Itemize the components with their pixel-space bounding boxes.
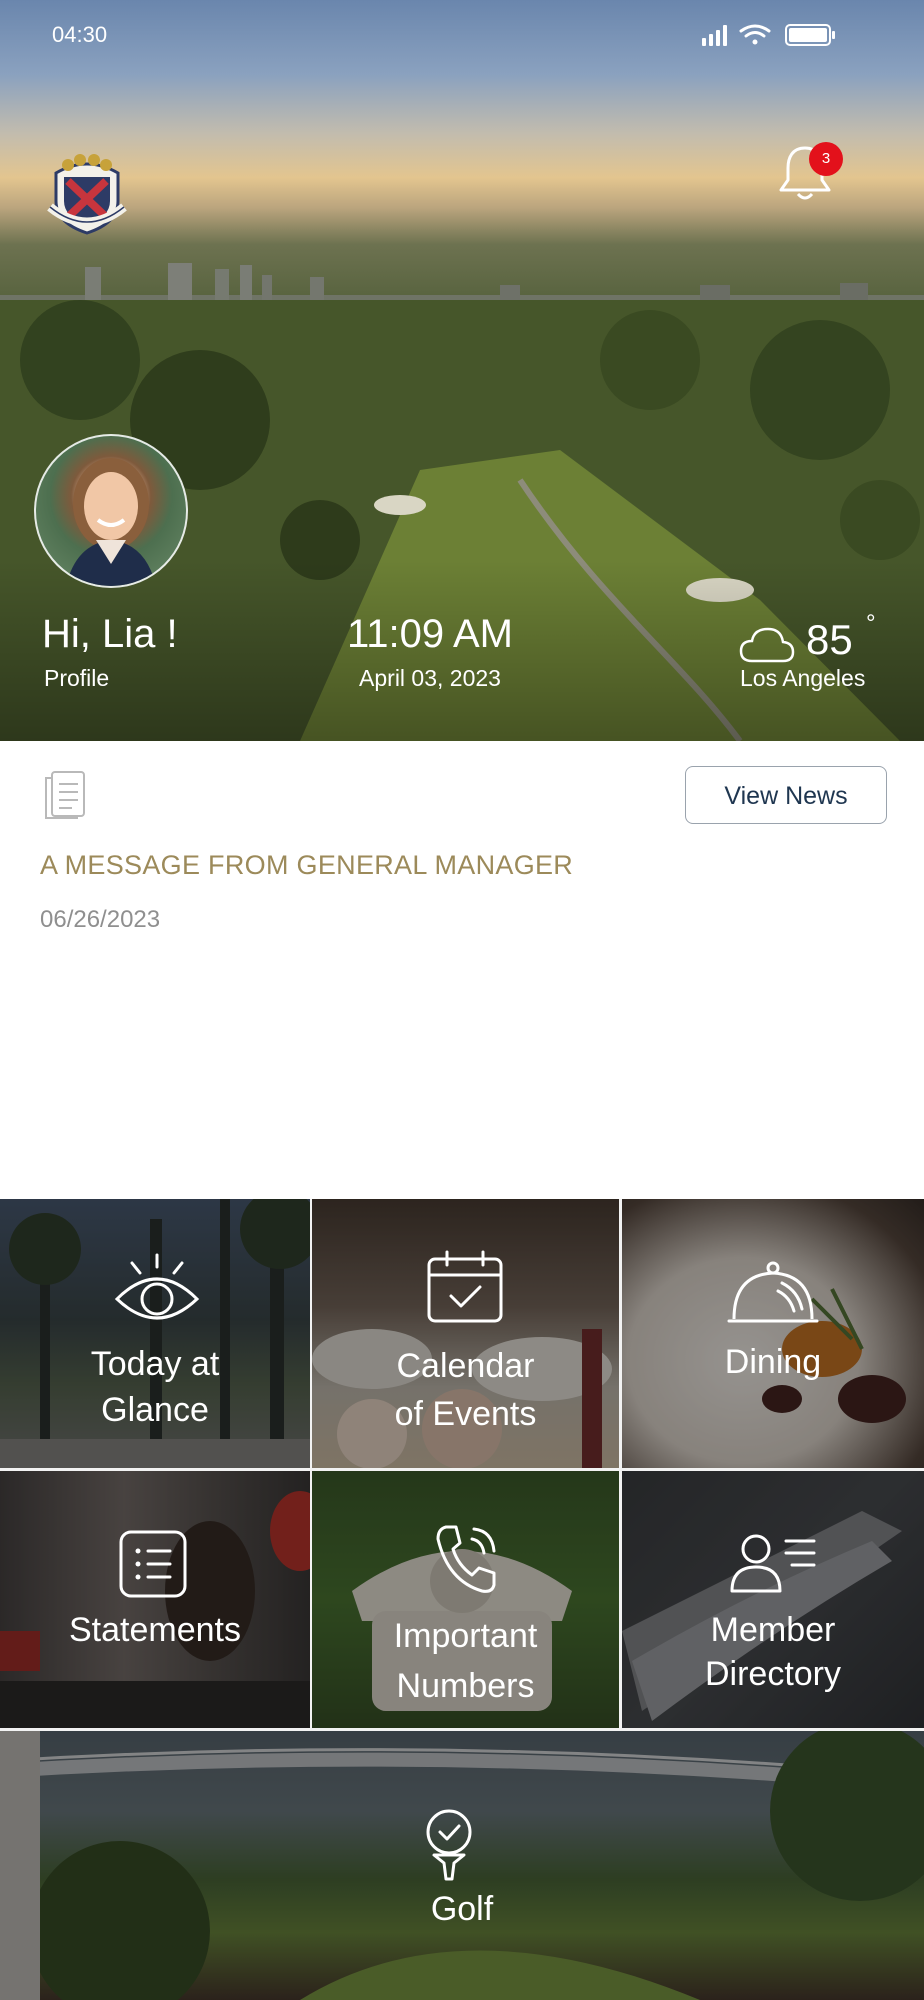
tile-member-directory[interactable]: Member Directory bbox=[622, 1471, 924, 1728]
tile-label: Calendar bbox=[396, 1347, 535, 1385]
clock-time: 11:09 AM bbox=[346, 612, 514, 656]
tile-dining[interactable]: Dining bbox=[622, 1199, 924, 1468]
tile-calendar-of-events[interactable]: Calendar of Events bbox=[312, 1199, 619, 1468]
club-logo[interactable] bbox=[44, 145, 130, 235]
member-directory-icon bbox=[730, 1534, 816, 1593]
tile-today-at-glance[interactable]: Today at Glance bbox=[0, 1199, 310, 1468]
tile-statements[interactable]: Statements bbox=[0, 1471, 310, 1728]
golf-tee-icon bbox=[426, 1809, 472, 1881]
wifi-icon bbox=[739, 24, 771, 45]
profile-link[interactable]: Profile bbox=[44, 665, 109, 692]
tile-label: Golf bbox=[430, 1890, 494, 1928]
tile-label: Statements bbox=[69, 1611, 241, 1649]
phone-call-icon bbox=[436, 1525, 496, 1593]
clock-date: April 03, 2023 bbox=[359, 665, 501, 691]
news-document-icon bbox=[45, 771, 85, 819]
weather-temperature: 85 bbox=[806, 616, 853, 663]
status-bar-time: 04:30 bbox=[52, 22, 108, 47]
battery-icon bbox=[785, 24, 835, 46]
avatar-image bbox=[66, 458, 156, 586]
tile-label: Numbers bbox=[396, 1667, 535, 1705]
weather-city: Los Angeles bbox=[740, 665, 866, 691]
tile-label: Dining bbox=[724, 1343, 822, 1381]
calendar-check-icon bbox=[427, 1250, 503, 1323]
eye-icon bbox=[114, 1253, 200, 1320]
tile-important-numbers[interactable]: Important Numbers bbox=[312, 1471, 619, 1728]
tile-golf[interactable]: Golf bbox=[0, 1731, 924, 2000]
status-icons bbox=[702, 24, 835, 46]
notification-badge[interactable]: 3 bbox=[809, 142, 843, 176]
profile-avatar[interactable] bbox=[34, 434, 188, 588]
view-news-button[interactable]: View News bbox=[685, 766, 887, 824]
cloche-icon bbox=[727, 1261, 819, 1323]
tile-label: Important bbox=[393, 1617, 538, 1655]
statement-list-icon bbox=[119, 1530, 187, 1598]
signal-icon bbox=[702, 25, 727, 46]
tile-label: Glance bbox=[101, 1391, 209, 1429]
cloud-weather-icon bbox=[739, 627, 795, 663]
degree-symbol: ° bbox=[866, 610, 876, 637]
tile-label: Member bbox=[710, 1611, 836, 1649]
tile-label: of Events bbox=[394, 1395, 537, 1433]
news-date: 06/26/2023 bbox=[40, 906, 161, 933]
greeting-text: Hi, Lia ! bbox=[42, 612, 178, 656]
news-title[interactable]: A MESSAGE FROM GENERAL MANAGER bbox=[40, 850, 573, 881]
tile-label: Directory bbox=[704, 1655, 842, 1693]
tile-label: Today at bbox=[90, 1345, 220, 1383]
